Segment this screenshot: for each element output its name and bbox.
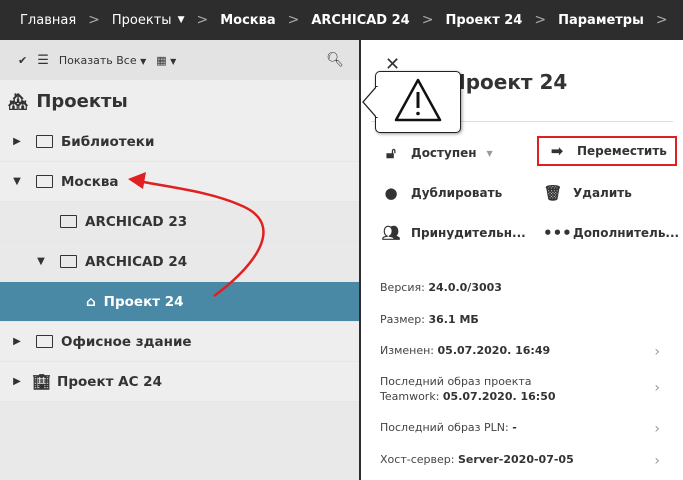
info-teamwork[interactable]: Последний образ проекта Teamwork: 05.07.… [380, 374, 670, 404]
more-label: Дополнитель... [573, 226, 680, 240]
info-size: Размер: 36.1 МБ [380, 313, 670, 326]
trash-icon: 🗑︎ [543, 184, 563, 202]
info-value: 24.0.0/3003 [428, 281, 502, 294]
chevron-right-icon: > [421, 12, 434, 28]
info-label: Изменен: [380, 344, 435, 357]
info-value: - [512, 421, 517, 434]
info-label: Версия: [380, 281, 425, 294]
chevron-right-icon[interactable]: › [654, 421, 660, 437]
chevron-right-icon[interactable]: › [654, 453, 660, 469]
duplicate-label: Дублировать [411, 186, 503, 200]
chevron-right-icon[interactable]: › [654, 381, 660, 396]
move-label: Переместить [577, 144, 667, 158]
info-label: Размер: [380, 313, 425, 326]
force-button[interactable]: 👥︎ Принудительн... [381, 224, 526, 242]
move-button[interactable]: ➡︎ Переместить [537, 136, 677, 166]
info-pln[interactable]: Последний образ PLN: - › [380, 421, 670, 437]
duplicate-button[interactable]: ● Дублировать [381, 184, 502, 202]
arrow-right-icon: ➡︎ [550, 142, 564, 160]
info-version: Версия: 24.0.0/3003 [380, 281, 670, 294]
info-label: Последний образ PLN: [380, 421, 509, 434]
status-dropdown[interactable]: 🔓︎ Доступен ▼ [381, 144, 493, 162]
info-host[interactable]: Хост-сервер: Server-2020-07-05 › [380, 453, 670, 469]
more-button[interactable]: ••• Дополнитель... [543, 224, 679, 242]
chevron-right-icon: > [534, 12, 547, 28]
chevron-right-icon: > [655, 12, 668, 28]
status-label: Доступен [411, 146, 477, 160]
crumb-project24[interactable]: Проект 24 [445, 13, 522, 28]
info-modified[interactable]: Изменен: 05.07.2020. 16:49 › [380, 344, 670, 360]
unlock-icon: 🔓︎ [386, 144, 396, 162]
delete-button[interactable]: 🗑︎ Удалить [543, 184, 632, 202]
crumb-params[interactable]: Параметры [558, 13, 644, 28]
duplicate-icon: ● [384, 184, 398, 202]
chevron-right-icon[interactable]: › [654, 344, 660, 360]
users-remove-icon: 👥︎ [381, 224, 401, 242]
info-value: 05.07.2020. 16:49 [437, 344, 551, 357]
tooltip-pointer [362, 86, 378, 118]
info-value: Server-2020-07-05 [457, 453, 574, 466]
info-value: 36.1 МБ [428, 313, 479, 326]
info-label: Хост-сервер: [380, 453, 455, 466]
warning-tooltip [375, 71, 461, 133]
info-value: 05.07.2020. 16:50 [442, 390, 556, 403]
force-label: Принудительн... [411, 226, 526, 240]
more-dots-icon: ••• [543, 224, 572, 242]
project-title: Проект 24 [449, 70, 568, 94]
warning-icon [394, 78, 442, 122]
delete-label: Удалить [573, 186, 632, 200]
red-arrow-annotation [128, 172, 265, 298]
caret-down-icon: ▼ [486, 148, 493, 158]
